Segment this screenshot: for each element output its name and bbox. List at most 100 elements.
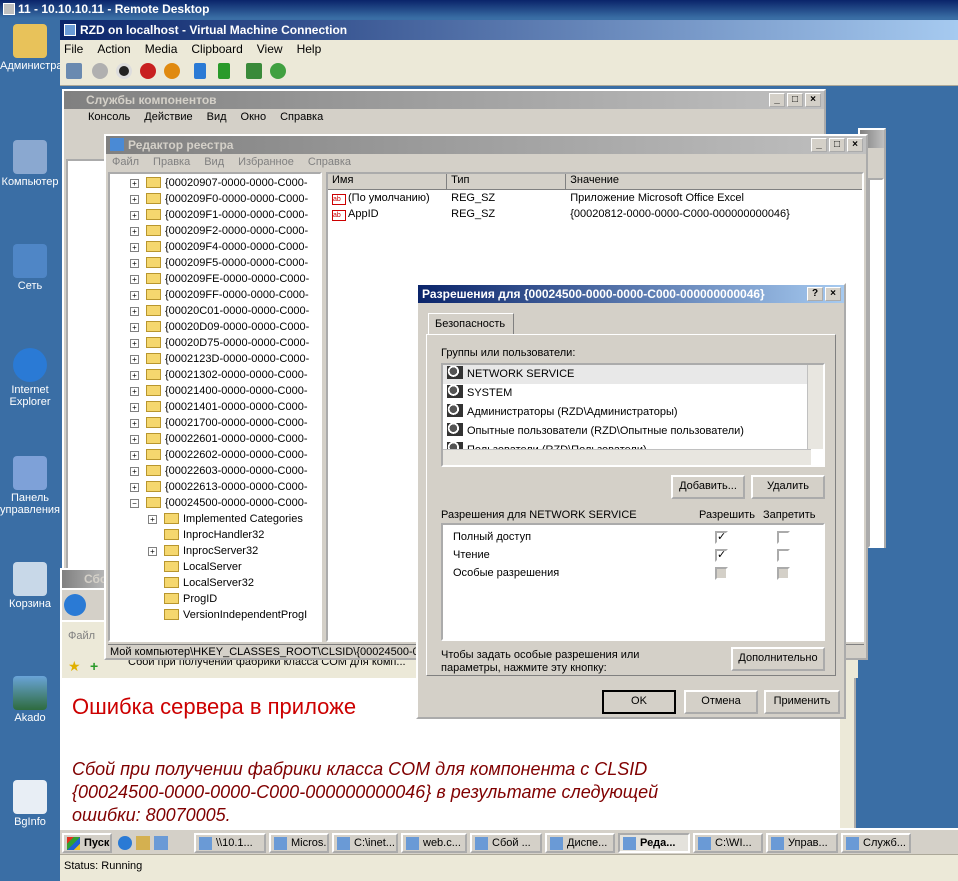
expand-icon[interactable]: + bbox=[130, 435, 139, 444]
add-favorite-icon[interactable]: + bbox=[90, 658, 98, 674]
tree-node[interactable]: LocalServer bbox=[110, 559, 320, 575]
vm-menu-file[interactable]: File bbox=[64, 42, 83, 58]
allow-checkbox[interactable] bbox=[715, 567, 728, 580]
desktop-icon-recycle[interactable]: Корзина bbox=[0, 562, 60, 610]
desktop-icon-ie[interactable]: Internet Explorer bbox=[0, 348, 60, 408]
cancel-button[interactable]: Отмена bbox=[684, 690, 758, 714]
menu-view[interactable]: Вид bbox=[207, 111, 227, 123]
menu-console[interactable]: Консоль bbox=[88, 111, 130, 123]
regedit-menu-view[interactable]: Вид bbox=[204, 156, 224, 168]
column-type[interactable]: Тип bbox=[447, 174, 567, 189]
expand-icon[interactable]: + bbox=[148, 515, 157, 524]
tree-node[interactable]: LocalServer32 bbox=[110, 575, 320, 591]
expand-icon[interactable]: + bbox=[130, 323, 139, 332]
tree-node[interactable]: + {00021302-0000-0000-C000- bbox=[110, 367, 320, 383]
regedit-menu-help[interactable]: Справка bbox=[308, 156, 351, 168]
tree-node[interactable]: + {00020D09-0000-0000-C000- bbox=[110, 319, 320, 335]
expand-icon[interactable]: + bbox=[148, 547, 157, 556]
expand-icon[interactable]: + bbox=[130, 467, 139, 476]
expand-icon[interactable]: + bbox=[130, 211, 139, 220]
browser-menu-file[interactable]: Файл bbox=[68, 630, 95, 642]
deny-checkbox[interactable] bbox=[777, 567, 790, 580]
tree-node[interactable]: + {00020907-0000-0000-C000- bbox=[110, 175, 320, 191]
expand-icon[interactable]: + bbox=[130, 227, 139, 236]
save-state-icon[interactable] bbox=[164, 63, 180, 79]
expand-icon[interactable]: + bbox=[130, 451, 139, 460]
regedit-menu-edit[interactable]: Правка bbox=[153, 156, 190, 168]
expand-icon[interactable]: + bbox=[130, 419, 139, 428]
taskbar-button[interactable]: \\10.1... bbox=[194, 833, 266, 853]
turn-off-icon[interactable] bbox=[116, 63, 132, 79]
tree-node[interactable]: + {0002123D-0000-0000-C000- bbox=[110, 351, 320, 367]
tree-node[interactable]: + {00021700-0000-0000-C000- bbox=[110, 415, 320, 431]
back-icon[interactable] bbox=[64, 594, 86, 616]
remove-button[interactable]: Удалить bbox=[751, 475, 825, 499]
expand-icon[interactable]: + bbox=[130, 403, 139, 412]
revert-icon[interactable] bbox=[270, 63, 286, 79]
deny-checkbox[interactable] bbox=[777, 531, 790, 544]
desktop-icon-admin[interactable]: Администратор bbox=[0, 24, 79, 72]
tree-node[interactable]: − {00024500-0000-0000-C000- bbox=[110, 495, 320, 511]
taskbar-button[interactable]: Реда... bbox=[618, 833, 690, 853]
table-row[interactable]: ab AppID REG_SZ {00020812-0000-0000-C000-… bbox=[328, 206, 862, 222]
tree-node[interactable]: + {00022602-0000-0000-C000- bbox=[110, 447, 320, 463]
users-list-hscroll[interactable] bbox=[443, 449, 811, 465]
tree-node[interactable]: VersionIndependentProgI bbox=[110, 607, 320, 623]
expand-icon[interactable]: + bbox=[130, 483, 139, 492]
regedit-tree[interactable]: + {00020907-0000-0000-C000- + {000209F0-000… bbox=[108, 172, 322, 642]
taskbar-button[interactable]: Служб... bbox=[841, 833, 911, 853]
menu-action[interactable]: Действие bbox=[144, 111, 192, 123]
users-list-vscroll[interactable] bbox=[807, 365, 823, 449]
pause-icon[interactable] bbox=[194, 63, 206, 79]
expand-icon[interactable]: + bbox=[130, 371, 139, 380]
tree-node[interactable]: + {00020D75-0000-0000-C000- bbox=[110, 335, 320, 351]
start-icon[interactable] bbox=[92, 63, 108, 79]
expand-icon[interactable]: + bbox=[130, 259, 139, 268]
tree-node[interactable]: + {000209F2-0000-0000-C000- bbox=[110, 223, 320, 239]
quicklaunch-server-icon[interactable] bbox=[154, 836, 168, 850]
users-list[interactable]: NETWORK SERVICE SYSTEM Администраторы (RZD… bbox=[441, 363, 825, 467]
table-row[interactable]: ab (По умолчанию) REG_SZ Приложение Micro… bbox=[328, 190, 862, 206]
maximize-button[interactable]: □ bbox=[787, 93, 803, 107]
tree-node[interactable]: + {000209F0-0000-0000-C000- bbox=[110, 191, 320, 207]
expand-icon[interactable]: + bbox=[130, 275, 139, 284]
background-window-scrollbar[interactable] bbox=[868, 178, 884, 548]
column-name[interactable]: Имя bbox=[328, 174, 448, 189]
ok-button[interactable]: OK bbox=[602, 690, 676, 714]
taskbar-button[interactable]: C:\inet... bbox=[332, 833, 398, 853]
tree-node[interactable]: + InprocServer32 bbox=[110, 543, 320, 559]
expand-icon[interactable]: + bbox=[130, 339, 139, 348]
tree-node[interactable]: + {00022601-0000-0000-C000- bbox=[110, 431, 320, 447]
minimize-button[interactable]: _ bbox=[769, 93, 785, 107]
taskbar-button[interactable]: Сбой ... bbox=[470, 833, 542, 853]
tree-node[interactable]: + {000209FF-0000-0000-C000- bbox=[110, 287, 320, 303]
tree-node[interactable]: ProgID bbox=[110, 591, 320, 607]
shutdown-icon[interactable] bbox=[140, 63, 156, 79]
desktop-icon-akado[interactable]: Akado bbox=[0, 676, 60, 724]
desktop-icon-computer[interactable]: Компьютер bbox=[0, 140, 60, 188]
desktop-icon-control-panel[interactable]: Панель управления bbox=[0, 456, 60, 516]
taskbar-button[interactable]: Управ... bbox=[766, 833, 838, 853]
collapse-icon[interactable]: − bbox=[130, 499, 139, 508]
menu-window[interactable]: Окно bbox=[241, 111, 267, 123]
vm-menu-help[interactable]: Help bbox=[297, 42, 322, 58]
tree-node[interactable]: + {00021400-0000-0000-C000- bbox=[110, 383, 320, 399]
tree-node[interactable]: + {000209F1-0000-0000-C000- bbox=[110, 207, 320, 223]
tree-node[interactable]: + {00021401-0000-0000-C000- bbox=[110, 399, 320, 415]
user-list-item[interactable]: Опытные пользователи (RZD\Опытные пользо… bbox=[443, 422, 823, 441]
allow-checkbox[interactable]: ✓ bbox=[715, 549, 728, 562]
column-data[interactable]: Значение bbox=[566, 174, 862, 189]
allow-checkbox[interactable]: ✓ bbox=[715, 531, 728, 544]
expand-icon[interactable]: + bbox=[130, 355, 139, 364]
expand-icon[interactable]: + bbox=[130, 195, 139, 204]
deny-checkbox[interactable] bbox=[777, 549, 790, 562]
apply-button[interactable]: Применить bbox=[764, 690, 840, 714]
user-list-item[interactable]: NETWORK SERVICE bbox=[443, 365, 823, 384]
regedit-close-button[interactable]: × bbox=[847, 138, 863, 152]
tab-security[interactable]: Безопасность bbox=[428, 313, 514, 335]
taskbar-button[interactable]: web.c... bbox=[401, 833, 467, 853]
tree-node[interactable]: + {00022603-0000-0000-C000- bbox=[110, 463, 320, 479]
tree-node[interactable]: + {000209F5-0000-0000-C000- bbox=[110, 255, 320, 271]
quicklaunch-ie-icon[interactable] bbox=[118, 836, 132, 850]
regedit-minimize-button[interactable]: _ bbox=[811, 138, 827, 152]
